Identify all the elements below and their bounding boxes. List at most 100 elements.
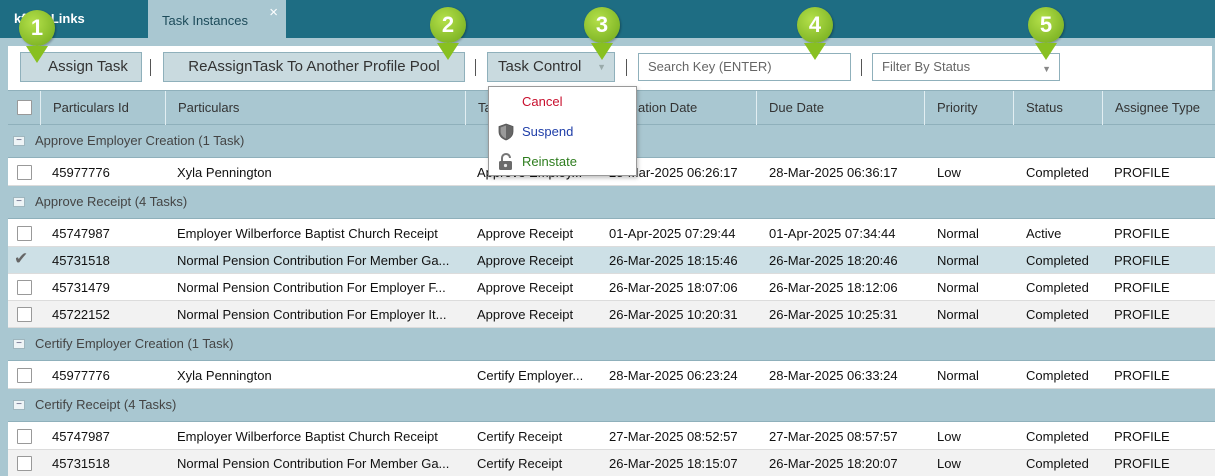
- table-row[interactable]: 45722152 Normal Pension Contribution For …: [8, 301, 1215, 328]
- cell-status: Completed: [1026, 368, 1089, 383]
- cell-task: Approve Receipt: [477, 226, 574, 241]
- cell-status: Completed: [1026, 307, 1089, 322]
- col-priority[interactable]: Priority: [924, 91, 1013, 125]
- callout-number: 5: [1028, 7, 1064, 43]
- shield-icon: [498, 123, 514, 141]
- cell-due-date: 26-Mar-2025 18:20:07: [769, 456, 898, 471]
- table-row[interactable]: 45747987 Employer Wilberforce Baptist Chu…: [8, 423, 1215, 450]
- menu-item-suspend[interactable]: Suspend: [489, 117, 636, 147]
- cell-assignee-type: PROFILE: [1114, 253, 1170, 268]
- cell-particulars-id: 45731479: [52, 280, 110, 295]
- callout-arrow: [437, 43, 459, 60]
- tab-task-instances-label: Task Instances: [162, 13, 248, 28]
- reassign-task-button[interactable]: ReAssignTask To Another Profile Pool: [163, 52, 465, 82]
- group-header-row[interactable]: − Approve Receipt (4 Tasks): [8, 186, 1215, 219]
- group-label: Certify Receipt (4 Tasks): [35, 397, 177, 412]
- row-checkbox[interactable]: [17, 307, 32, 322]
- group-label: Certify Employer Creation (1 Task): [35, 336, 234, 351]
- col-particulars-id[interactable]: Particulars Id: [40, 91, 165, 125]
- cell-due-date: 01-Apr-2025 07:34:44: [769, 226, 896, 241]
- callout-number: 3: [584, 7, 620, 43]
- cell-particulars-id: 45977776: [52, 368, 110, 383]
- row-checkbox[interactable]: [17, 456, 32, 471]
- cell-creation-date: 28-Mar-2025 06:23:24: [609, 368, 738, 383]
- cell-priority: Normal: [937, 368, 979, 383]
- col-status[interactable]: Status: [1013, 91, 1102, 125]
- collapse-icon[interactable]: −: [13, 339, 25, 349]
- table-row[interactable]: ✔ 45731518 Normal Pension Contribution For…: [8, 247, 1215, 274]
- cell-assignee-type: PROFILE: [1114, 280, 1170, 295]
- group-header-row[interactable]: − Certify Employer Creation (1 Task): [8, 328, 1215, 361]
- collapse-icon[interactable]: −: [13, 197, 25, 207]
- callout-number: 2: [430, 7, 466, 43]
- table-row[interactable]: 45977776 Xyla Pennington Certify Employer.…: [8, 362, 1215, 389]
- cell-particulars: Xyla Pennington: [177, 368, 272, 383]
- row-checkbox-checked[interactable]: ✔: [14, 249, 28, 269]
- cell-status: Active: [1026, 226, 1062, 241]
- table-row[interactable]: 45731479 Normal Pension Contribution For …: [8, 274, 1215, 301]
- callout-arrow: [591, 43, 613, 60]
- select-all-checkbox[interactable]: [17, 100, 32, 115]
- row-checkbox[interactable]: [17, 226, 32, 241]
- close-icon[interactable]: ×: [269, 0, 278, 31]
- row-checkbox[interactable]: [17, 280, 32, 295]
- cell-particulars: Normal Pension Contribution For Member G…: [177, 456, 450, 471]
- col-particulars[interactable]: Particulars: [165, 91, 465, 125]
- cell-particulars-id: 45747987: [52, 226, 110, 241]
- row-checkbox[interactable]: [17, 368, 32, 383]
- cell-status: Completed: [1026, 253, 1089, 268]
- cell-creation-date: 26-Mar-2025 18:15:07: [609, 456, 738, 471]
- cell-status: Completed: [1026, 165, 1089, 180]
- cell-particulars-id: 45731518: [52, 456, 110, 471]
- group-header-row[interactable]: − Certify Receipt (4 Tasks): [8, 389, 1215, 422]
- cell-particulars: Xyla Pennington: [177, 165, 272, 180]
- cell-priority: Low: [937, 165, 961, 180]
- cell-priority: Low: [937, 429, 961, 444]
- menu-item-suspend-label: Suspend: [522, 124, 574, 139]
- row-checkbox[interactable]: [17, 165, 32, 180]
- cell-due-date: 27-Mar-2025 08:57:57: [769, 429, 898, 444]
- collapse-icon[interactable]: −: [13, 136, 25, 146]
- table-row[interactable]: 45731518 Normal Pension Contribution For …: [8, 450, 1215, 476]
- cell-status: Completed: [1026, 280, 1089, 295]
- cell-particulars: Employer Wilberforce Baptist Church Rece…: [177, 429, 438, 444]
- cell-priority: Normal: [937, 307, 979, 322]
- cell-task: Approve Receipt: [477, 280, 574, 295]
- cell-task: Approve Receipt: [477, 253, 574, 268]
- menu-item-reinstate[interactable]: Reinstate: [489, 147, 636, 177]
- toolbar-separator: [475, 59, 476, 76]
- toolbar-separator: [626, 59, 627, 76]
- cell-due-date: 28-Mar-2025 06:36:17: [769, 165, 898, 180]
- cell-assignee-type: PROFILE: [1114, 165, 1170, 180]
- callout-number: 4: [797, 7, 833, 43]
- cell-status: Completed: [1026, 429, 1089, 444]
- cell-creation-date: 26-Mar-2025 18:07:06: [609, 280, 738, 295]
- collapse-icon[interactable]: −: [13, 400, 25, 410]
- col-assignee-type[interactable]: Assignee Type: [1102, 91, 1215, 125]
- task-control-menu: Cancel Suspend Reinstate: [488, 86, 637, 176]
- status-filter-select[interactable]: Filter By Status ▼: [872, 53, 1060, 81]
- cell-assignee-type: PROFILE: [1114, 307, 1170, 322]
- cell-assignee-type: PROFILE: [1114, 456, 1170, 471]
- row-checkbox[interactable]: [17, 429, 32, 444]
- cell-particulars-id: 45977776: [52, 165, 110, 180]
- menu-item-cancel[interactable]: Cancel: [489, 87, 636, 117]
- cell-particulars: Normal Pension Contribution For Member G…: [177, 253, 450, 268]
- tab-task-instances[interactable]: Task Instances ×: [148, 0, 286, 38]
- cell-priority: Normal: [937, 280, 979, 295]
- cell-priority: Low: [937, 456, 961, 471]
- cell-due-date: 26-Mar-2025 18:20:46: [769, 253, 898, 268]
- toolbar-separator: [861, 59, 862, 76]
- status-filter-placeholder: Filter By Status: [882, 59, 971, 74]
- callout-arrow: [804, 43, 826, 60]
- table-row[interactable]: 45747987 Employer Wilberforce Baptist Chu…: [8, 220, 1215, 247]
- menu-item-reinstate-label: Reinstate: [522, 154, 577, 169]
- cell-assignee-type: PROFILE: [1114, 368, 1170, 383]
- cell-due-date: 26-Mar-2025 18:12:06: [769, 280, 898, 295]
- cell-creation-date: 26-Mar-2025 10:20:31: [609, 307, 738, 322]
- task-control-label: Task Control: [498, 58, 582, 75]
- cell-priority: Normal: [937, 226, 979, 241]
- col-due-date[interactable]: Due Date: [756, 91, 924, 125]
- cell-particulars: Normal Pension Contribution For Employer…: [177, 280, 446, 295]
- cell-particulars-id: 45747987: [52, 429, 110, 444]
